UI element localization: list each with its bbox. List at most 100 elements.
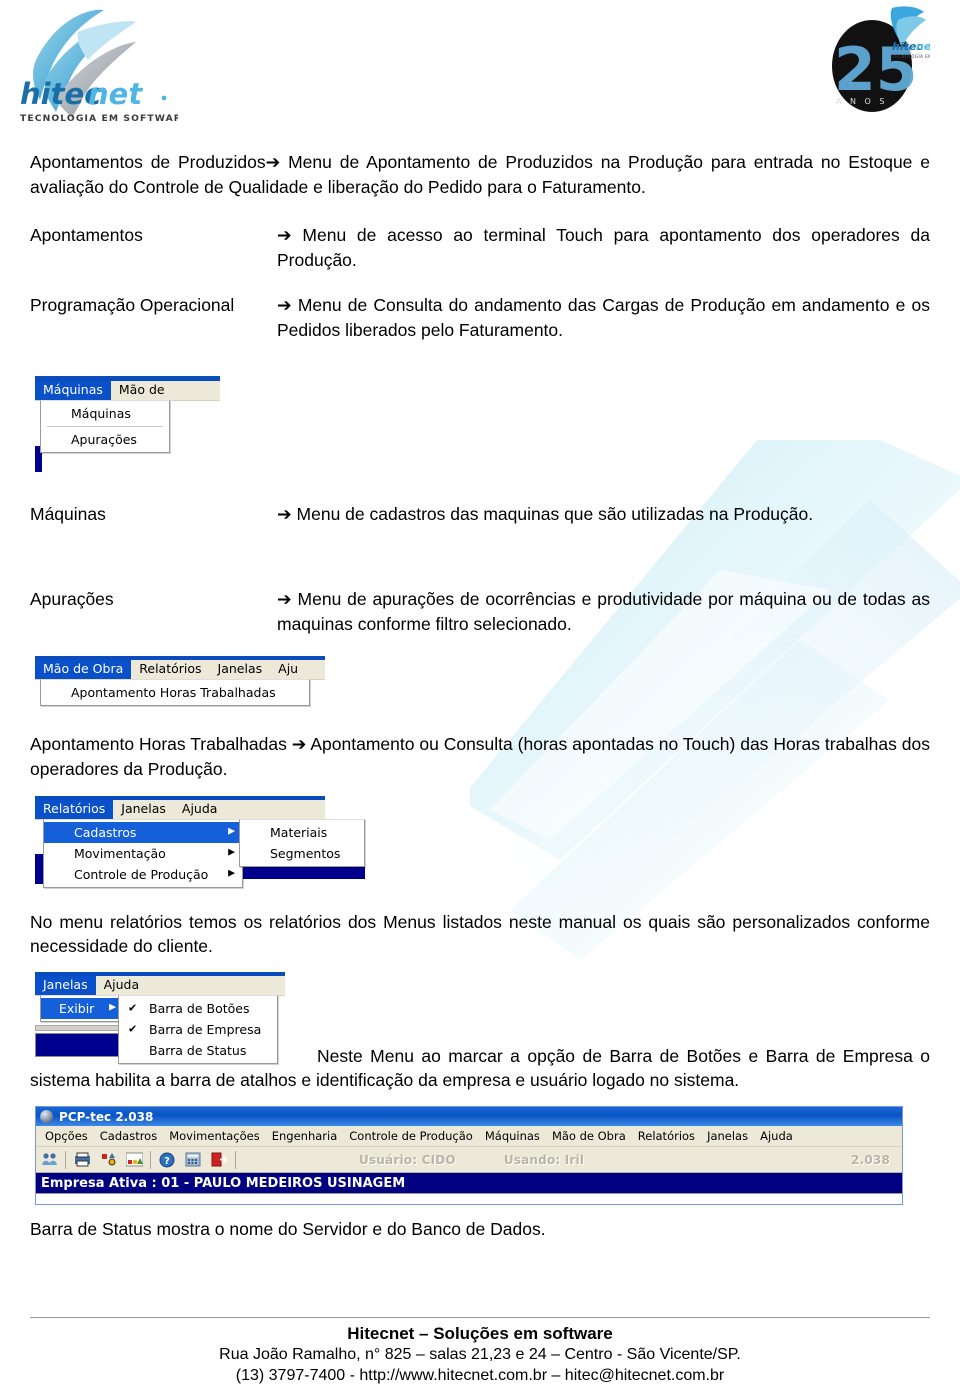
toolbar-separator <box>150 1150 151 1169</box>
definition-desc-wrap: ➔ Menu de Consulta do andamento das Carg… <box>277 293 930 342</box>
chart-icon[interactable] <box>96 1148 120 1171</box>
screenshot-maquinas-menu: Máquinas Mão de Máquinas Apurações <box>35 375 220 476</box>
screenshot-relatorios-menu: Relatórios Janelas Ajuda Cadastros ▶ Mov… <box>35 795 370 896</box>
svg-text:net: net <box>916 40 930 53</box>
menubar-item-relatorios[interactable]: Relatórios <box>35 799 114 819</box>
app-menu-controle-de-producao[interactable]: Controle de Produção <box>343 1127 479 1145</box>
chevron-right-icon: ▶ <box>228 826 235 837</box>
toolbar-strip <box>35 1024 120 1031</box>
submenu-exibir: ✔ Barra de Botões ✔ Barra de Empresa Bar… <box>118 994 278 1064</box>
app-menubar: Opções Cadastros Movimentações Engenhari… <box>36 1126 902 1148</box>
dropdown-maquinas: Máquinas Apurações <box>40 399 170 453</box>
svg-text:TECNOLOGIA EM SOFTWARE: TECNOLOGIA EM SOFTWARE <box>20 113 178 124</box>
toolbar-separator <box>235 1150 236 1169</box>
app-menu-janelas[interactable]: Janelas <box>701 1127 754 1145</box>
arrow-icon: ➔ <box>277 504 292 525</box>
chevron-right-icon: ▶ <box>109 1002 116 1013</box>
window-client-area-secondary <box>241 865 365 879</box>
empresa-ativa-bar: Empresa Ativa : 01 - PAULO MEDEIROS USIN… <box>36 1173 902 1194</box>
footer-company: Hitecnet – Soluções em software <box>347 1324 613 1344</box>
svg-text:?: ? <box>164 1156 170 1167</box>
submenu-item-barra-de-botoes[interactable]: ✔ Barra de Botões <box>119 998 277 1019</box>
arrow-icon: ➔ <box>265 153 281 173</box>
menubar-item-relatorios[interactable]: Relatórios <box>131 660 209 679</box>
arrow-icon: ➔ <box>277 295 292 316</box>
menubar-item-janelas[interactable]: Janelas <box>210 660 271 679</box>
definition-apuracoes: Apurações ➔ Menu de apurações de ocorrên… <box>30 587 930 636</box>
definition-desc: Menu de acesso ao terminal Touch para ap… <box>277 225 930 271</box>
submenu-item-materiais[interactable]: Materiais <box>240 822 364 843</box>
menubar-item-janelas[interactable]: Janelas <box>35 975 96 995</box>
submenu-cadastros: Materiais Segmentos <box>239 818 365 867</box>
menubar-item-janelas[interactable]: Janelas <box>113 800 174 819</box>
dropdown-relatorios: Cadastros ▶ Movimentação ▶ Controle de P… <box>43 818 243 888</box>
menubar-item-maquinas[interactable]: Máquinas <box>35 380 111 400</box>
definition-desc-wrap: ➔ Menu de cadastros das maquinas que são… <box>277 502 930 527</box>
menu-separator <box>47 425 163 427</box>
definition-apontamentos: Apontamentos ➔ Menu de acesso ao termina… <box>30 223 930 272</box>
window-title: PCP-tec 2.038 <box>59 1109 154 1124</box>
app-icon <box>40 1110 53 1124</box>
menubar-item-ajuda[interactable]: Ajuda <box>174 800 226 819</box>
window-client-area <box>35 1032 120 1057</box>
janelas-section: Janelas Ajuda Exibir ▶ ✔ Barra de Botões… <box>30 971 930 1092</box>
definition-desc: Menu de cadastros das maquinas que são u… <box>296 503 814 524</box>
menubar: Janelas Ajuda <box>35 975 285 996</box>
definition-desc: Menu de apurações de ocorrências e produ… <box>277 588 931 635</box>
definition-desc: Menu de Consulta do andamento das Cargas… <box>277 294 930 340</box>
report-icon[interactable] <box>122 1148 146 1171</box>
app-menu-cadastros[interactable]: Cadastros <box>94 1127 163 1145</box>
footer-contact: (13) 3797-7400 - http://www.hitecnet.com… <box>235 1367 725 1385</box>
menu-item-apontamento-horas-trabalhadas[interactable]: Apontamento Horas Trabalhadas <box>41 682 309 703</box>
menu-item-apuracoes[interactable]: Apurações <box>41 429 169 450</box>
menu-item-label: Cadastros <box>74 824 137 840</box>
help-icon[interactable]: ? <box>155 1148 179 1171</box>
menu-item-controle-de-producao[interactable]: Controle de Produção ▶ <box>44 864 242 885</box>
exit-icon[interactable] <box>207 1148 231 1171</box>
definition-desc-wrap: ➔ Menu de apurações de ocorrências e pro… <box>277 587 930 636</box>
app-menu-relatorios[interactable]: Relatórios <box>632 1127 701 1145</box>
document-content: Apontamentos de Produzidos➔ Menu de Apon… <box>0 150 960 1206</box>
definition-maquinas: Máquinas ➔ Menu de cadastros das maquina… <box>30 502 930 527</box>
app-menu-engenharia[interactable]: Engenharia <box>266 1127 344 1145</box>
definition-term: Programação Operacional <box>30 294 235 315</box>
submenu-item-label: Barra de Empresa <box>149 1021 262 1037</box>
menu-item-movimentacao[interactable]: Movimentação ▶ <box>44 843 242 864</box>
screenshot-janelas-menu: Janelas Ajuda Exibir ▶ ✔ Barra de Botões… <box>35 971 305 1067</box>
printer-icon[interactable] <box>70 1148 94 1171</box>
app-menu-opcoes[interactable]: Opções <box>39 1127 94 1145</box>
hitecnet-logo: hitec net TECNOLOGIA EM SOFTWARE <box>20 9 178 124</box>
check-icon: ✔ <box>128 1001 138 1015</box>
menu-item-exibir[interactable]: Exibir ▶ <box>41 997 123 1019</box>
definition-apontamentos-produzidos: Apontamentos de Produzidos➔ Menu de Apon… <box>30 150 930 199</box>
dropdown-mao-de-obra: Apontamento Horas Trabalhadas <box>40 679 310 707</box>
submenu-item-barra-de-status[interactable]: Barra de Status <box>119 1040 277 1061</box>
submenu-item-barra-de-empresa[interactable]: ✔ Barra de Empresa <box>119 1019 277 1040</box>
menu-item-cadastros[interactable]: Cadastros ▶ <box>44 821 242 843</box>
menubar-item-mao-de[interactable]: Mão de <box>111 381 173 400</box>
submenu-item-label: Barra de Botões <box>149 1000 250 1016</box>
screenshot-mao-de-obra-menu: Mão de Obra Relatórios Janelas Aju Apont… <box>35 656 325 718</box>
app-menu-ajuda[interactable]: Ajuda <box>754 1127 799 1145</box>
toolbar-user-label: Usuário: CIDO <box>359 1152 456 1167</box>
menu-item-maquinas[interactable]: Máquinas <box>41 403 169 424</box>
definition-term: Apontamento Horas Trabalhadas <box>30 734 287 755</box>
definition-term: Apontamentos de Produzidos <box>30 152 266 172</box>
app-menu-maquinas[interactable]: Máquinas <box>479 1127 546 1145</box>
users-icon[interactable] <box>37 1148 61 1171</box>
chevron-right-icon: ▶ <box>228 868 235 879</box>
app-menu-movimentacoes[interactable]: Movimentações <box>163 1127 266 1145</box>
svg-text:net: net <box>88 77 143 111</box>
anniversary-25-years-logo: 25 A N O S hitec net TECNOLOGIA EM SOFTW… <box>832 6 930 112</box>
calculator-icon[interactable] <box>181 1148 205 1171</box>
app-menu-mao-de-obra[interactable]: Mão de Obra <box>546 1127 632 1145</box>
paragraph-apontamento-horas: Apontamento Horas Trabalhadas ➔ Apontame… <box>30 732 930 781</box>
arrow-icon: ➔ <box>277 589 292 610</box>
menubar: Máquinas Mão de <box>35 380 220 401</box>
submenu-item-segmentos[interactable]: Segmentos <box>240 843 364 864</box>
menubar-item-mao-de-obra[interactable]: Mão de Obra <box>35 660 132 680</box>
menubar-item-ajuda[interactable]: Ajuda <box>96 976 148 995</box>
app-client-area <box>36 1193 902 1205</box>
menubar-item-ajuda[interactable]: Aju <box>270 660 306 679</box>
svg-text:A N O S: A N O S <box>836 97 887 106</box>
